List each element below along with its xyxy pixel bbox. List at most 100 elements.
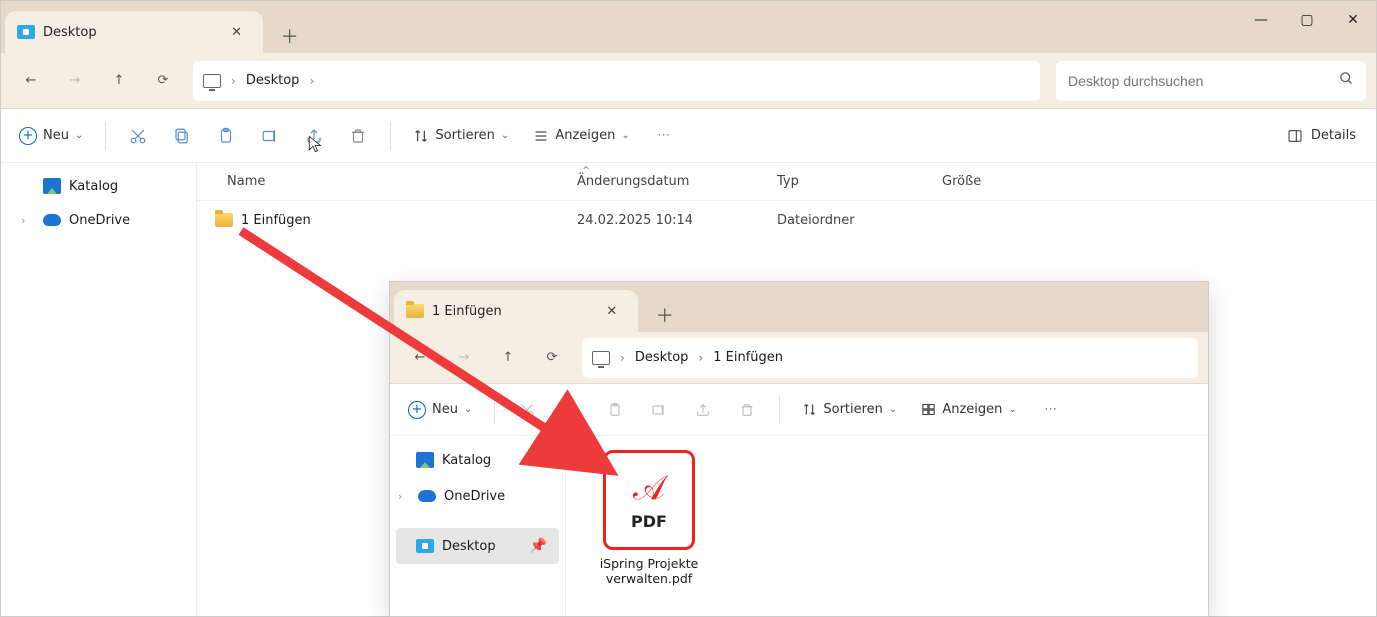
- paste-button[interactable]: [595, 392, 635, 428]
- nav-bar: ← → ↑ ⟳ › Desktop ›: [1, 53, 1376, 109]
- breadcrumb-desktop[interactable]: Desktop: [246, 73, 300, 88]
- search-icon: [1339, 71, 1354, 90]
- minimize-button[interactable]: —: [1238, 1, 1284, 39]
- nav-pane: Katalog › OneDrive Desktop 📌: [390, 436, 566, 616]
- up-button[interactable]: ↑: [99, 61, 139, 101]
- new-tab-button[interactable]: ＋: [273, 19, 307, 53]
- tab-1-einfuegen[interactable]: 1 Einfügen ✕: [394, 290, 638, 332]
- folder-icon: [215, 213, 233, 227]
- delete-button[interactable]: [338, 118, 378, 154]
- row-name: 1 Einfügen: [241, 213, 311, 228]
- toolbar: + Neu ⌄ Sortieren ⌄ Anzeigen ⌄ ⋯ Details: [1, 109, 1376, 163]
- column-headers: Name ⌃ Änderungsdatum Typ Größe: [197, 163, 1376, 201]
- rename-button[interactable]: [639, 392, 679, 428]
- explorer-window-2[interactable]: 1 Einfügen ✕ ＋ ← → ↑ ⟳ › Desktop › 1 Ein…: [389, 281, 1209, 617]
- chevron-right-icon: ›: [620, 351, 625, 365]
- chevron-down-icon: ⌄: [1008, 404, 1016, 415]
- up-button[interactable]: ↑: [488, 338, 528, 378]
- chevron-down-icon: ⌄: [889, 404, 897, 415]
- chevron-down-icon: ⌄: [621, 130, 629, 141]
- folder-icon: [406, 304, 424, 318]
- chevron-right-icon: ›: [309, 74, 314, 88]
- tab-desktop[interactable]: Desktop ✕: [5, 11, 263, 53]
- column-date[interactable]: Änderungsdatum: [577, 174, 777, 189]
- chevron-down-icon: ⌄: [501, 130, 509, 141]
- rename-button[interactable]: [250, 118, 290, 154]
- nav-item-katalog[interactable]: Katalog: [1, 169, 196, 203]
- folder-row-1-einfuegen[interactable]: 1 Einfügen 24.02.2025 10:14 Dateiordner: [197, 201, 1376, 239]
- forward-button[interactable]: →: [444, 338, 484, 378]
- new-tab-button[interactable]: ＋: [648, 298, 682, 332]
- delete-button[interactable]: [727, 392, 767, 428]
- desktop-icon: [17, 25, 35, 39]
- more-button[interactable]: ⋯: [644, 118, 684, 154]
- close-window-button[interactable]: ✕: [1330, 1, 1376, 39]
- tab-bar: 1 Einfügen ✕ ＋: [390, 282, 1208, 332]
- column-type[interactable]: Typ: [777, 174, 942, 189]
- tab-label: Desktop: [43, 25, 217, 40]
- pin-icon[interactable]: 📌: [530, 538, 547, 554]
- file-item-pdf[interactable]: 𝒜 PDF iSpring Projekte verwalten.pdf: [584, 450, 714, 602]
- sort-button[interactable]: Sortieren ⌄: [403, 118, 519, 154]
- plus-icon: +: [408, 401, 426, 419]
- onedrive-icon: [43, 214, 61, 226]
- column-name[interactable]: Name: [227, 174, 577, 189]
- katalog-icon: [43, 178, 61, 194]
- cut-button[interactable]: [507, 392, 547, 428]
- close-tab-button[interactable]: ✕: [600, 299, 624, 323]
- chevron-right-icon[interactable]: ›: [21, 214, 35, 227]
- nav-bar: ← → ↑ ⟳ › Desktop › 1 Einfügen: [390, 332, 1208, 384]
- file-label: iSpring Projekte verwalten.pdf: [584, 556, 714, 586]
- toolbar: + Neu ⌄ Sortieren ⌄ Anzeigen ⌄ ⋯: [390, 384, 1208, 436]
- address-bar[interactable]: › Desktop ›: [193, 61, 1040, 101]
- row-type: Dateiordner: [777, 213, 942, 228]
- chevron-right-icon[interactable]: ›: [398, 490, 410, 503]
- address-bar[interactable]: › Desktop › 1 Einfügen: [582, 338, 1198, 378]
- chevron-right-icon: ›: [698, 351, 703, 365]
- window-controls: — ▢ ✕: [1238, 1, 1376, 39]
- maximize-button[interactable]: ▢: [1284, 1, 1330, 39]
- cut-button[interactable]: [118, 118, 158, 154]
- details-button[interactable]: Details: [1277, 118, 1366, 154]
- search-box[interactable]: [1056, 61, 1366, 101]
- refresh-button[interactable]: ⟳: [532, 338, 572, 378]
- back-button[interactable]: ←: [400, 338, 440, 378]
- nav-item-onedrive[interactable]: › OneDrive: [1, 203, 196, 237]
- share-button[interactable]: [294, 118, 334, 154]
- desktop-icon: [416, 539, 434, 553]
- back-button[interactable]: ←: [11, 61, 51, 101]
- new-button[interactable]: + Neu ⌄: [398, 392, 482, 428]
- tab-bar: Desktop ✕ ＋ — ▢ ✕: [1, 1, 1376, 53]
- paste-button[interactable]: [206, 118, 246, 154]
- share-button[interactable]: [683, 392, 723, 428]
- nav-item-katalog[interactable]: Katalog: [390, 442, 565, 478]
- sort-indicator-icon: ⌃: [581, 164, 591, 178]
- view-button[interactable]: Anzeigen ⌄: [911, 392, 1026, 428]
- plus-icon: +: [19, 127, 37, 145]
- new-button[interactable]: + Neu ⌄: [9, 118, 93, 154]
- nav-item-onedrive[interactable]: › OneDrive: [390, 478, 565, 514]
- close-tab-button[interactable]: ✕: [225, 20, 249, 44]
- breadcrumb-desktop[interactable]: Desktop: [635, 350, 689, 365]
- refresh-button[interactable]: ⟳: [143, 61, 183, 101]
- pdf-icon: 𝒜 PDF: [603, 450, 695, 550]
- copy-button[interactable]: [162, 118, 202, 154]
- nav-pane: Katalog › OneDrive: [1, 163, 197, 616]
- breadcrumb-1-einfuegen[interactable]: 1 Einfügen: [713, 350, 783, 365]
- view-button[interactable]: Anzeigen ⌄: [523, 118, 639, 154]
- row-date: 24.02.2025 10:14: [577, 213, 777, 228]
- monitor-icon: [203, 74, 221, 88]
- monitor-icon: [592, 351, 610, 365]
- search-input[interactable]: [1068, 73, 1354, 89]
- nav-item-desktop[interactable]: Desktop 📌: [396, 528, 559, 564]
- more-button[interactable]: ⋯: [1031, 392, 1071, 428]
- sort-button[interactable]: Sortieren ⌄: [792, 392, 907, 428]
- onedrive-icon: [418, 490, 436, 502]
- column-size[interactable]: Größe: [942, 174, 1062, 189]
- forward-button[interactable]: →: [55, 61, 95, 101]
- chevron-down-icon: ⌄: [75, 130, 83, 141]
- file-grid: 𝒜 PDF iSpring Projekte verwalten.pdf: [566, 436, 1208, 616]
- chevron-down-icon: ⌄: [464, 404, 472, 415]
- katalog-icon: [416, 452, 434, 468]
- copy-button[interactable]: [551, 392, 591, 428]
